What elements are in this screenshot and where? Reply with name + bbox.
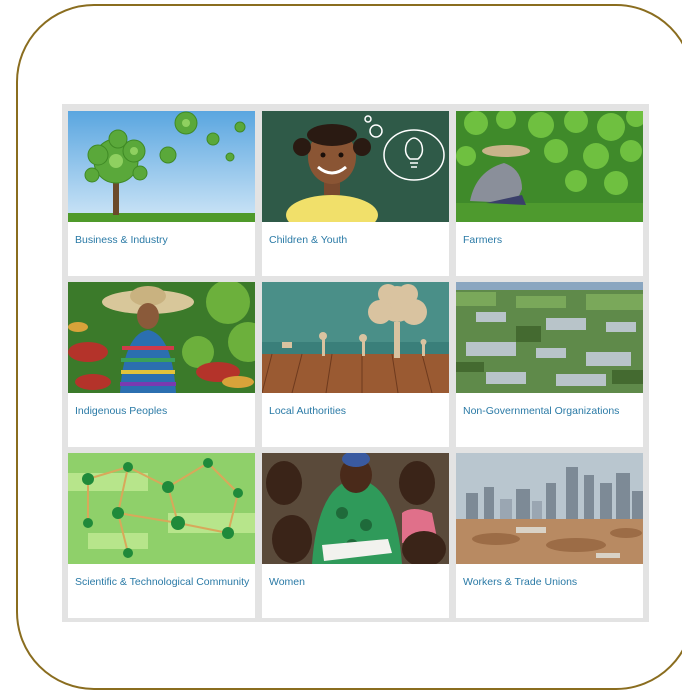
card-label[interactable]: Indigenous Peoples [75,405,167,417]
girl-with-lightbulb-image [262,111,449,222]
city-construction-site-image [456,453,643,564]
card-label[interactable]: Business & Industry [75,234,168,246]
card-children-youth[interactable]: Children & Youth [262,111,449,276]
card-farmers[interactable]: Farmers [456,111,643,276]
card-label[interactable]: Women [269,576,305,588]
stakeholder-grid: Business & Industry Children & Youth Far… [62,104,649,622]
green-gear-tree-image [68,111,255,222]
card-indigenous-peoples[interactable]: Indigenous Peoples [68,282,255,447]
woman-in-sombrero-image [68,282,255,393]
card-business-industry[interactable]: Business & Industry [68,111,255,276]
card-label[interactable]: Farmers [463,234,502,246]
card-workers-trade-unions[interactable]: Workers & Trade Unions [456,453,643,618]
card-scientific-technological-community[interactable]: Scientific & Technological Community [68,453,255,618]
card-non-governmental-organizations[interactable]: Non-Governmental Organizations [456,282,643,447]
card-local-authorities[interactable]: Local Authorities [262,282,449,447]
card-women[interactable]: Women [262,453,449,618]
aerial-farmland-image [456,282,643,393]
women-reading-book-image [262,453,449,564]
paper-tree-on-wood-image [262,282,449,393]
card-label[interactable]: Local Authorities [269,405,346,417]
card-label[interactable]: Workers & Trade Unions [463,576,577,588]
green-molecule-network-image [68,453,255,564]
card-label[interactable]: Scientific & Technological Community [75,576,249,588]
card-label[interactable]: Non-Governmental Organizations [463,405,619,417]
farmer-in-field-image [456,111,643,222]
card-label[interactable]: Children & Youth [269,234,347,246]
